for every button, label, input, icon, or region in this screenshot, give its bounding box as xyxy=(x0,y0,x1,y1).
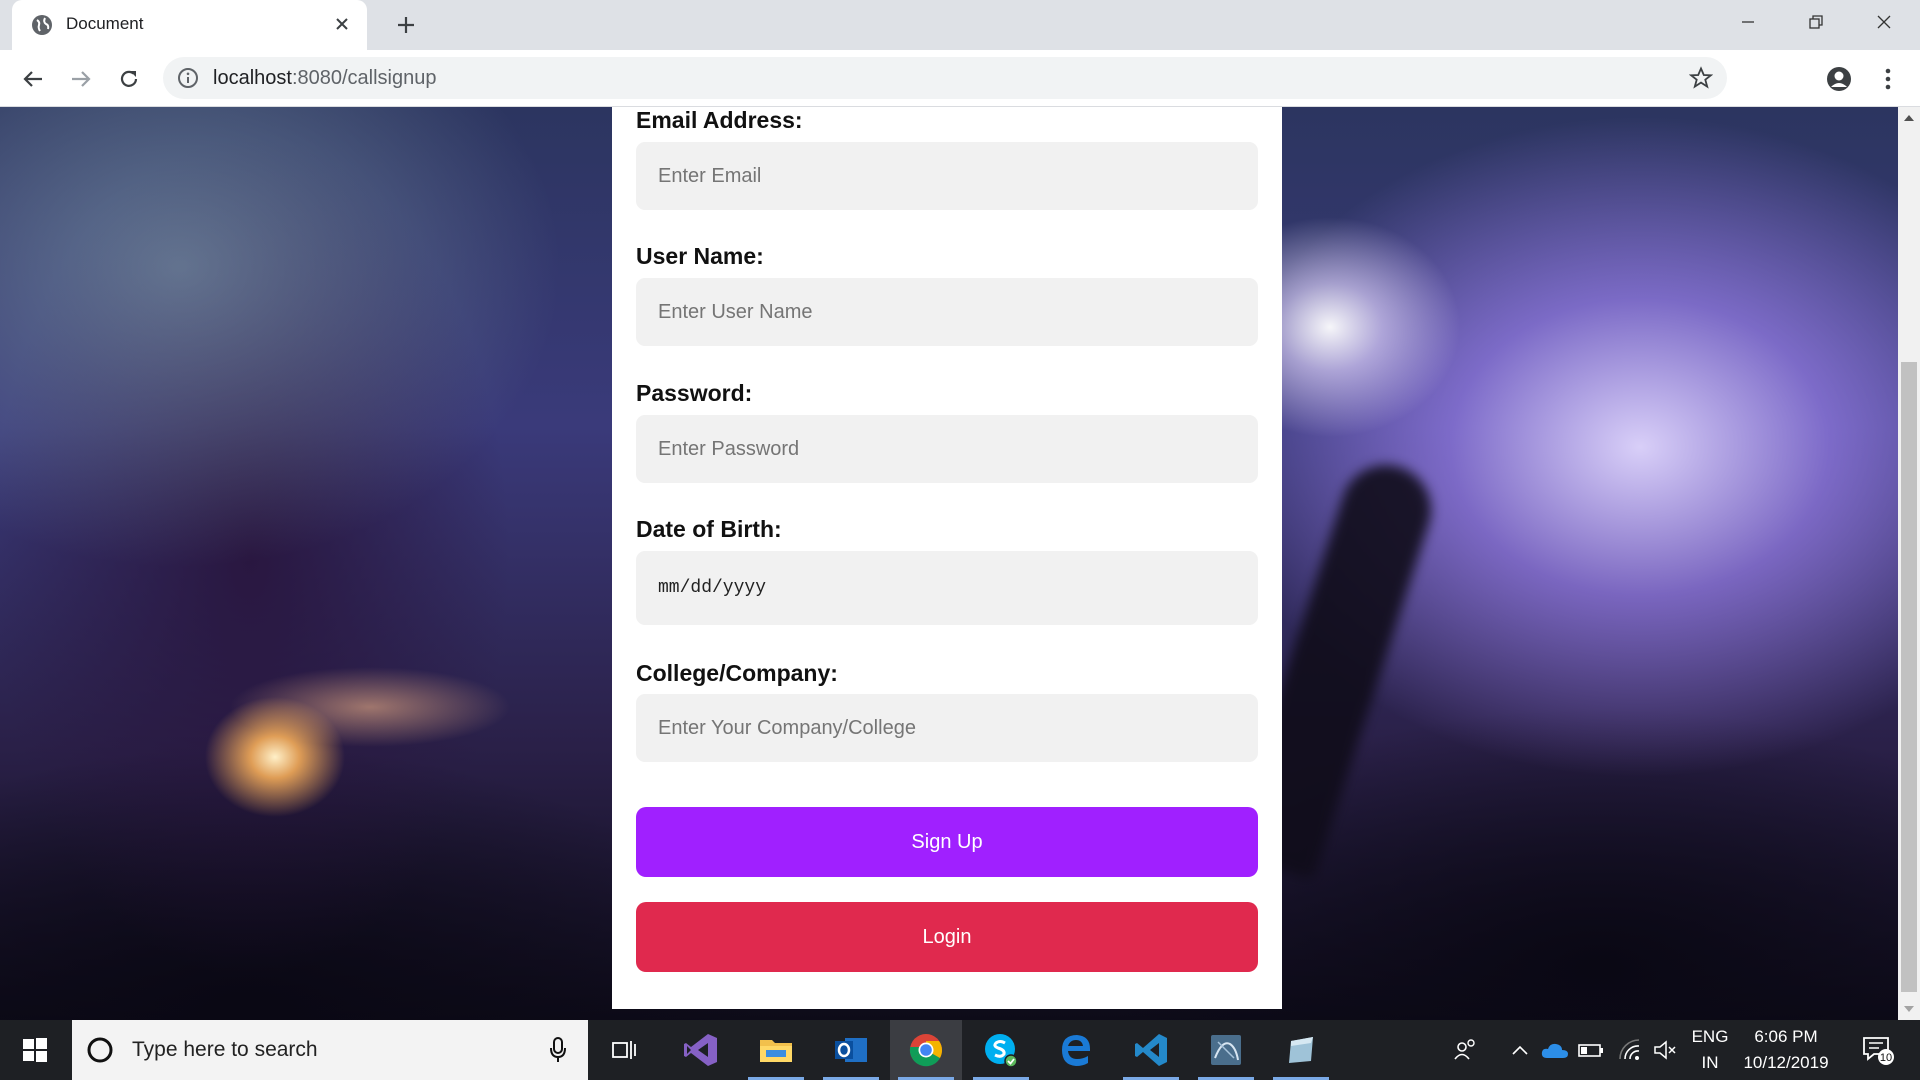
dob-label: Date of Birth: xyxy=(636,516,782,542)
outlook-icon[interactable] xyxy=(815,1020,887,1080)
windows-logo-icon xyxy=(23,1038,47,1062)
new-tab-button[interactable] xyxy=(392,11,420,39)
edge-icon[interactable] xyxy=(1040,1020,1112,1080)
volume-muted-icon[interactable] xyxy=(1648,1020,1682,1080)
restore-button[interactable] xyxy=(1782,0,1850,44)
browser-tab-strip: Document xyxy=(0,0,1920,50)
clock-date: 10/12/2019 xyxy=(1743,1053,1829,1072)
page-background: Email Address: User Name: Password: Date… xyxy=(0,107,1898,1020)
scrollbar-thumb[interactable] xyxy=(1901,362,1917,992)
minimize-button[interactable] xyxy=(1714,0,1782,44)
microphone-icon[interactable] xyxy=(548,1036,568,1064)
dob-date-input[interactable]: mm/dd/yyyy xyxy=(636,551,1258,625)
chrome-icon[interactable] xyxy=(890,1020,962,1080)
skype-icon[interactable] xyxy=(965,1020,1037,1080)
info-icon[interactable] xyxy=(177,67,199,89)
taskbar-search-box[interactable]: Type here to search xyxy=(72,1020,588,1080)
taskbar-clock[interactable]: 6:06 PM 10/12/2019 xyxy=(1736,1020,1836,1080)
company-label: College/Company: xyxy=(636,660,838,686)
visual-studio-icon[interactable] xyxy=(665,1020,737,1080)
browser-tab[interactable]: Document xyxy=(12,0,367,50)
close-window-button[interactable] xyxy=(1850,0,1918,44)
battery-icon[interactable] xyxy=(1574,1020,1608,1080)
signup-form-card: Email Address: User Name: Password: Date… xyxy=(612,107,1282,1009)
cortana-icon[interactable] xyxy=(86,1036,114,1064)
language-code: ENG xyxy=(1691,1027,1729,1046)
windows-taskbar: Type here to search ENG IN 6:06 PM 10/12… xyxy=(0,1020,1920,1080)
windows-start-button[interactable] xyxy=(10,1026,60,1074)
action-center-button[interactable]: 10 xyxy=(1848,1020,1908,1080)
vscode-icon[interactable] xyxy=(1115,1020,1187,1080)
menu-kebab-icon[interactable] xyxy=(1872,63,1904,95)
tab-title: Document xyxy=(66,14,144,33)
url-text: localhost:8080/callsignup xyxy=(213,67,437,90)
mysql-workbench-icon[interactable] xyxy=(1190,1020,1262,1080)
notification-icon: 10 xyxy=(1863,1037,1894,1065)
generic-app-icon[interactable] xyxy=(1265,1020,1337,1080)
password-label: Password: xyxy=(636,380,753,406)
signup-button[interactable]: Sign Up xyxy=(636,807,1258,877)
show-hidden-icons-chevron-icon[interactable] xyxy=(1504,1020,1536,1080)
url-path: :8080/callsignup xyxy=(291,67,437,89)
notification-count: 10 xyxy=(1880,1052,1892,1064)
login-button[interactable]: Login xyxy=(636,902,1258,972)
forward-button[interactable] xyxy=(64,62,98,96)
onedrive-cloud-icon[interactable] xyxy=(1538,1020,1572,1080)
page-scrollbar[interactable] xyxy=(1898,107,1920,1020)
people-icon[interactable] xyxy=(1448,1020,1484,1080)
wifi-icon[interactable] xyxy=(1612,1020,1646,1080)
profile-icon[interactable] xyxy=(1823,63,1855,95)
company-input[interactable] xyxy=(636,694,1258,762)
bookmark-star-icon[interactable] xyxy=(1688,66,1714,90)
close-tab-icon[interactable] xyxy=(329,11,355,37)
taskbar-search-placeholder: Type here to search xyxy=(132,1038,318,1061)
username-input[interactable] xyxy=(636,278,1258,346)
email-input[interactable] xyxy=(636,142,1258,210)
address-bar[interactable]: localhost:8080/callsignup xyxy=(163,57,1727,99)
password-input[interactable] xyxy=(636,415,1258,483)
task-view-icon[interactable] xyxy=(588,1020,660,1080)
email-label: Email Address: xyxy=(636,107,803,133)
input-language-indicator[interactable]: ENG IN xyxy=(1686,1020,1734,1080)
back-button[interactable] xyxy=(16,62,50,96)
scroll-down-arrow-icon[interactable] xyxy=(1898,998,1920,1020)
globe-icon xyxy=(30,13,54,37)
reload-button[interactable] xyxy=(112,62,146,96)
file-explorer-icon[interactable] xyxy=(740,1020,812,1080)
clock-time: 6:06 PM xyxy=(1754,1027,1818,1046)
scroll-up-arrow-icon[interactable] xyxy=(1898,107,1920,129)
browser-toolbar: localhost:8080/callsignup xyxy=(0,50,1920,107)
region-code: IN xyxy=(1701,1053,1719,1072)
url-host: localhost xyxy=(213,67,292,89)
username-label: User Name: xyxy=(636,243,764,269)
